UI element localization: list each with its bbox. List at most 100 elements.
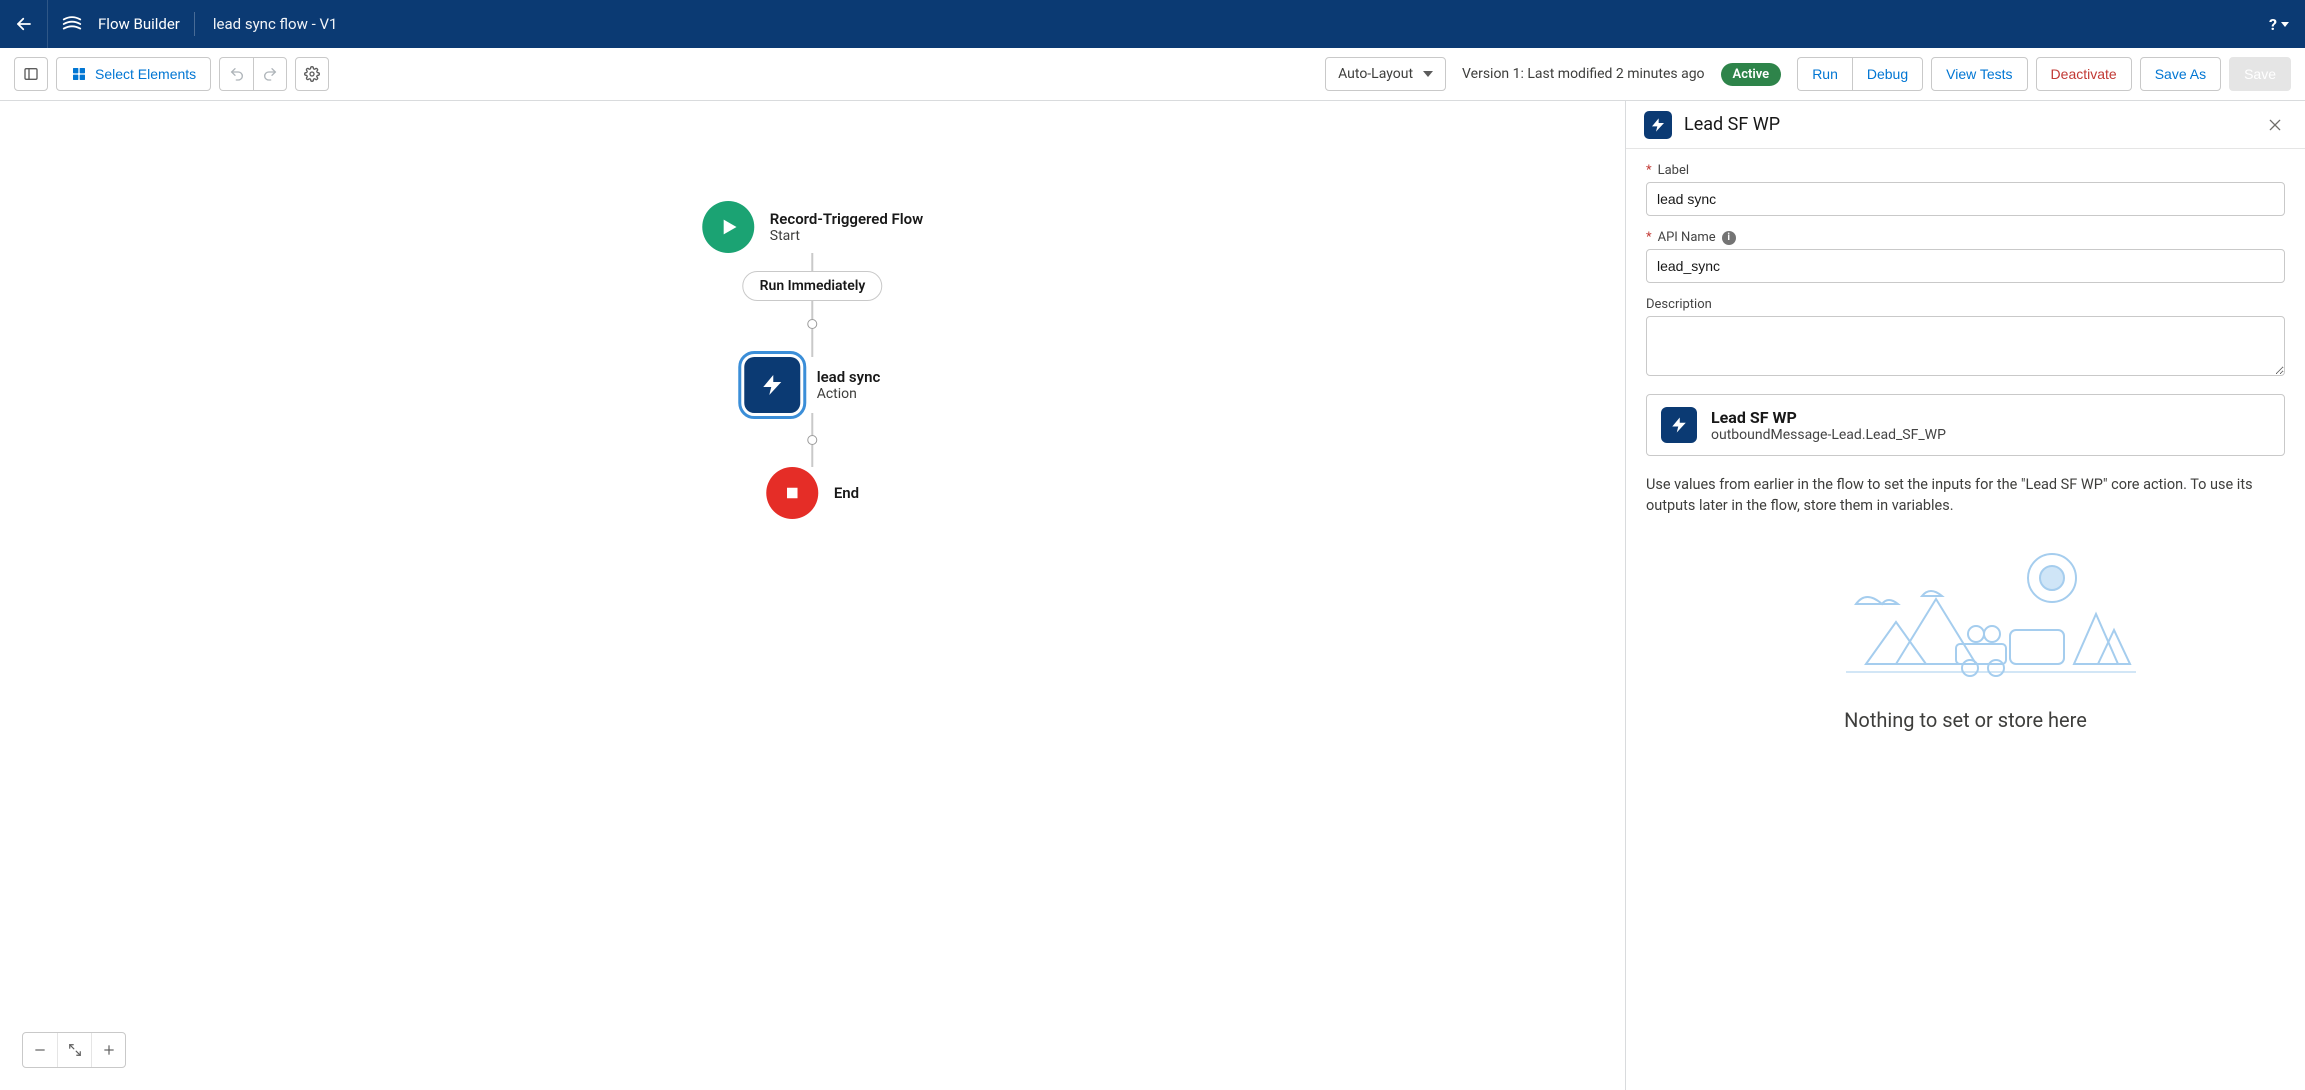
empty-state-text: Nothing to set or store here: [1646, 708, 2285, 732]
start-node-title: Record-Triggered Flow: [770, 210, 923, 228]
api-name-input[interactable]: [1646, 249, 2285, 283]
end-node-labels: End: [834, 484, 859, 502]
undo-icon: [229, 66, 245, 82]
flow-builder-icon: [61, 13, 83, 35]
fit-view-button[interactable]: [57, 1033, 91, 1067]
connector: [812, 253, 814, 271]
gear-icon: [304, 66, 320, 82]
label-field-row: * Label: [1646, 163, 2285, 216]
redo-button[interactable]: [253, 57, 287, 91]
help-icon: ?: [2269, 15, 2277, 34]
connector: [812, 329, 814, 357]
panel-title: Lead SF WP: [1684, 114, 1780, 135]
undo-button[interactable]: [219, 57, 253, 91]
end-node-title: End: [834, 484, 859, 502]
run-immediately-pill[interactable]: Run Immediately: [743, 271, 883, 301]
lightning-icon: [1650, 117, 1666, 133]
toolbar: Select Elements Auto-Layout Version 1: L…: [0, 48, 2305, 101]
action-card-texts: Lead SF WP outboundMessage-Lead.Lead_SF_…: [1711, 408, 1946, 443]
toggle-left-panel-button[interactable]: [14, 57, 48, 91]
connector: [812, 301, 814, 319]
action-node-subtitle: Action: [817, 386, 881, 402]
zoom-controls: [22, 1032, 126, 1068]
fit-icon: [68, 1043, 82, 1057]
label-input[interactable]: [1646, 182, 2285, 216]
required-asterisk: *: [1646, 230, 1652, 245]
layout-mode-label: Auto-Layout: [1338, 66, 1413, 82]
landscape-illustration-icon: [1796, 544, 2136, 694]
action-reference-card[interactable]: Lead SF WP outboundMessage-Lead.Lead_SF_…: [1646, 394, 2285, 456]
add-element-dot[interactable]: [808, 319, 818, 329]
end-node[interactable]: End: [766, 467, 859, 519]
info-icon[interactable]: i: [1722, 231, 1736, 245]
action-card-subtitle: outboundMessage-Lead.Lead_SF_WP: [1711, 427, 1946, 443]
action-node[interactable]: lead sync Action: [745, 357, 881, 413]
stop-icon: [783, 484, 801, 502]
minus-icon: [33, 1043, 47, 1057]
panel-left-icon: [23, 66, 39, 82]
play-icon: [717, 216, 739, 238]
panel-action-icon: [1644, 111, 1672, 139]
zoom-out-button[interactable]: [23, 1033, 57, 1067]
view-tests-button[interactable]: View Tests: [1931, 57, 2027, 91]
active-status-pill: Active: [1721, 63, 1782, 86]
back-button[interactable]: [0, 0, 48, 48]
run-debug-group: Run Debug: [1797, 57, 1923, 91]
flow-diagram: Record-Triggered Flow Start Run Immediat…: [702, 201, 923, 519]
run-button[interactable]: Run: [1797, 57, 1852, 91]
start-node-subtitle: Start: [770, 228, 923, 244]
action-card-title: Lead SF WP: [1711, 408, 1946, 427]
description-textarea[interactable]: [1646, 316, 2285, 376]
help-menu[interactable]: ?: [2253, 15, 2305, 34]
select-elements-button[interactable]: Select Elements: [56, 57, 211, 91]
required-asterisk: *: [1646, 163, 1652, 178]
label-field-label: * Label: [1646, 163, 2285, 178]
deactivate-button[interactable]: Deactivate: [2036, 57, 2132, 91]
lightning-icon: [1670, 416, 1688, 434]
panel-body: * Label * API Name i Description: [1626, 149, 2305, 1090]
flow-builder-logo: [48, 13, 88, 35]
start-node-labels: Record-Triggered Flow Start: [770, 210, 923, 244]
lightning-icon: [761, 373, 785, 397]
flow-canvas[interactable]: Record-Triggered Flow Start Run Immediat…: [0, 101, 1625, 1090]
close-icon: [2267, 117, 2283, 133]
api-name-field-label: * API Name i: [1646, 230, 2285, 245]
zoom-in-button[interactable]: [91, 1033, 125, 1067]
action-card-icon: [1661, 407, 1697, 443]
action-node-title: lead sync: [817, 368, 881, 386]
select-icon: [71, 66, 87, 82]
description-text: Description: [1646, 297, 1712, 312]
main-area: Record-Triggered Flow Start Run Immediat…: [0, 101, 2305, 1090]
select-elements-label: Select Elements: [95, 66, 196, 82]
end-node-icon: [766, 467, 818, 519]
property-panel: Lead SF WP * Label * API Name i: [1625, 101, 2305, 1090]
description-field-label: Description: [1646, 297, 2285, 312]
connector: [812, 413, 814, 435]
arrow-left-icon: [15, 15, 33, 33]
caret-down-icon: [2281, 22, 2289, 27]
empty-state-illustration: [1646, 544, 2285, 694]
panel-help-text: Use values from earlier in the flow to s…: [1646, 474, 2285, 516]
connector: [812, 445, 814, 467]
app-title: Flow Builder: [88, 15, 190, 33]
close-panel-button[interactable]: [2263, 113, 2287, 137]
caret-down-icon: [1423, 71, 1433, 77]
title-separator: [194, 12, 195, 36]
layout-mode-select[interactable]: Auto-Layout: [1325, 57, 1446, 91]
debug-button[interactable]: Debug: [1852, 57, 1923, 91]
app-header: Flow Builder lead sync flow - V1 ?: [0, 0, 2305, 48]
flow-name: lead sync flow - V1: [199, 15, 352, 33]
plus-icon: [102, 1043, 116, 1057]
panel-header: Lead SF WP: [1626, 101, 2305, 149]
start-node-icon: [702, 201, 754, 253]
start-node[interactable]: Record-Triggered Flow Start: [702, 201, 923, 253]
api-name-field-row: * API Name i: [1646, 230, 2285, 283]
action-node-icon: [745, 357, 801, 413]
description-field-row: Description: [1646, 297, 2285, 380]
add-element-dot[interactable]: [808, 435, 818, 445]
api-name-text: API Name: [1658, 230, 1716, 245]
settings-button[interactable]: [295, 57, 329, 91]
version-status-text: Version 1: Last modified 2 minutes ago: [1462, 66, 1705, 82]
redo-icon: [262, 66, 278, 82]
save-as-button[interactable]: Save As: [2140, 57, 2221, 91]
